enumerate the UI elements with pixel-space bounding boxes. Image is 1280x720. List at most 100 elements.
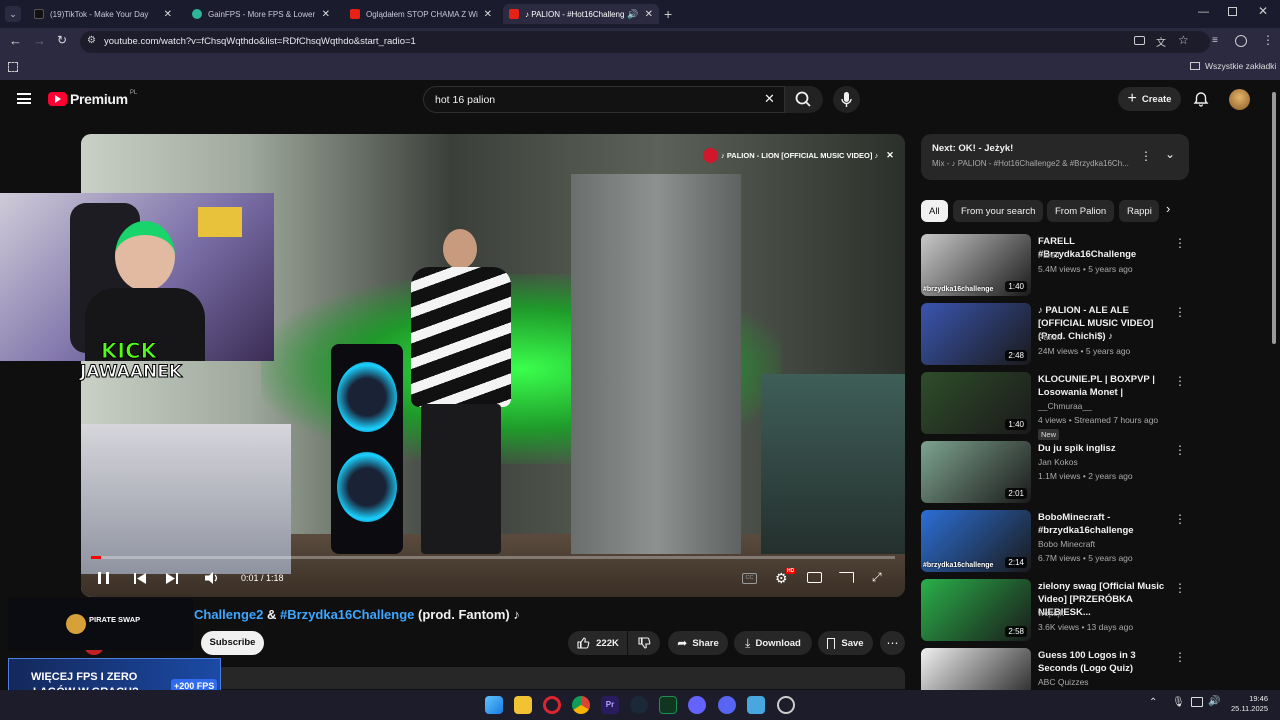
recommendation-title[interactable]: KLOCUNIE.PL | BOXPVP | Losowania Monet | — [1038, 373, 1173, 399]
tab-gainfps[interactable]: GainFPS - More FPS & Lower In ✕ — [186, 4, 336, 24]
chrome-icon[interactable] — [572, 696, 590, 714]
close-window-button[interactable]: ✕ — [1258, 4, 1268, 18]
up-next-panel[interactable]: Next: OK! - Jeżyk! Mix - ♪ PALION - #Hot… — [921, 134, 1189, 180]
video-thumbnail[interactable]: #brzydka16challenge 1:40 — [921, 234, 1031, 296]
install-icon[interactable] — [1134, 36, 1145, 45]
recommendation-item[interactable]: 1:40 KLOCUNIE.PL | BOXPVP | Losowania Mon… — [921, 372, 1189, 440]
apps-grid-icon[interactable] — [8, 62, 18, 72]
more-options-icon[interactable]: ⋮ — [1174, 305, 1186, 319]
network-icon[interactable] — [1191, 697, 1203, 707]
tab-palion[interactable]: ♪ PALION - #Hot16Challeng 🔊 ✕ — [503, 4, 659, 24]
recommendation-channel[interactable]: Palion — [1038, 332, 1062, 343]
cast-icon[interactable] — [839, 572, 854, 583]
more-icon[interactable]: ⋮ — [1140, 149, 1152, 163]
recommendation-channel[interactable]: ABC Quizzes — [1038, 677, 1089, 688]
file-explorer-icon[interactable] — [514, 696, 532, 714]
profile-icon[interactable] — [1235, 35, 1247, 47]
recommendation-item[interactable]: 2:58 zielony swag [Official Music Video] … — [921, 579, 1189, 643]
close-icon[interactable]: ✕ — [886, 150, 894, 161]
video-thumbnail[interactable]: 2:01 — [921, 441, 1031, 503]
dislike-button[interactable] — [628, 631, 660, 655]
bookmark-star-icon[interactable]: ☆ — [1178, 33, 1189, 47]
recommendation-title[interactable]: Guess 100 Logos in 3 Seconds (Logo Quiz) — [1038, 649, 1173, 675]
chip-from-palion[interactable]: From Palion — [1047, 200, 1115, 222]
share-button[interactable]: ➦ Share — [668, 631, 728, 655]
chip-from-search[interactable]: From your search — [953, 200, 1044, 222]
save-button[interactable]: Save — [818, 631, 873, 655]
more-options-icon[interactable]: ⋮ — [1174, 650, 1186, 664]
pause-icon[interactable] — [98, 572, 109, 584]
hashtag-challenge2[interactable]: Challenge2 — [194, 607, 263, 622]
recommendation-item[interactable]: #brzydka16challenge 2:14 BoboMinecraft - #… — [921, 510, 1189, 574]
volume-icon[interactable] — [204, 571, 220, 585]
recommendation-item[interactable]: 2:01 Du ju spik inglisz Jan Kokos 1.1M view… — [921, 441, 1189, 505]
create-button[interactable]: + Create — [1118, 87, 1181, 111]
video-thumbnail[interactable]: 2:58 — [921, 579, 1031, 641]
forward-icon[interactable]: → — [33, 33, 46, 48]
new-tab-button[interactable]: + — [664, 6, 672, 22]
more-options-icon[interactable]: ⋮ — [1174, 236, 1186, 250]
chip-all[interactable]: All — [921, 200, 948, 222]
subtitles-icon[interactable]: CC — [742, 573, 757, 584]
endcard-suggestion[interactable]: ♪ PALION - LION [OFFICIAL MUSIC VIDEO] ♪… — [703, 145, 894, 165]
subscribe-button[interactable]: Subscribe — [201, 631, 264, 655]
opera-icon[interactable] — [543, 696, 561, 714]
app-icon[interactable] — [688, 696, 706, 714]
restore-button[interactable] — [1228, 7, 1237, 16]
more-options-icon[interactable]: ⋮ — [1174, 512, 1186, 526]
recommendation-channel[interactable]: Bobo Minecraft — [1038, 539, 1095, 550]
hashtag-brzydka16challenge[interactable]: #Brzydka16Challenge — [280, 607, 414, 622]
like-button[interactable]: 222K — [568, 631, 627, 655]
miniplayer-icon[interactable] — [807, 572, 822, 583]
recommendation-item[interactable]: #brzydka16challenge 1:40 FARELL #Brzydka16… — [921, 234, 1189, 298]
video-thumbnail[interactable]: 2:48 — [921, 303, 1031, 365]
menu-icon[interactable] — [17, 93, 31, 104]
premiere-icon[interactable]: Pr — [601, 696, 619, 714]
translate-icon[interactable]: 文 — [1156, 34, 1166, 49]
minimize-button[interactable]: — — [1198, 6, 1209, 18]
clock[interactable]: 19:46 25.11.2025 — [1224, 694, 1268, 714]
download-button[interactable]: ⤓ Download — [734, 631, 812, 655]
more-actions-button[interactable]: ⋯ — [880, 631, 905, 655]
discord-icon[interactable] — [718, 696, 736, 714]
progress-bar[interactable] — [91, 556, 895, 559]
chevron-right-icon[interactable]: › — [1166, 201, 1170, 216]
next-icon[interactable] — [166, 573, 178, 584]
tab-list-dropdown[interactable]: ⌄ — [5, 6, 21, 22]
page-scrollbar[interactable] — [1272, 92, 1276, 344]
clear-search-icon[interactable]: ✕ — [764, 91, 775, 107]
notepad-icon[interactable] — [747, 696, 765, 714]
steam-icon[interactable] — [630, 696, 648, 714]
chip-rapping[interactable]: Rappi — [1119, 200, 1159, 222]
recommendation-channel[interactable]: wojtejk — [1038, 608, 1064, 619]
youtube-logo[interactable]: Premium PL — [48, 90, 137, 107]
fullscreen-icon[interactable]: ⤢ — [872, 570, 882, 585]
speaker-tray-icon[interactable]: 🔊 — [1208, 696, 1220, 707]
address-bar[interactable]: ⚙ youtube.com/watch?v=fChsqWqthdo&list=R… — [80, 31, 1210, 53]
site-info-icon[interactable]: ⚙ — [87, 35, 96, 46]
close-icon[interactable]: ✕ — [164, 9, 172, 20]
media-control-icon[interactable]: ≡ — [1212, 35, 1218, 46]
recommendation-title[interactable]: Du ju spik inglisz — [1038, 442, 1173, 455]
all-bookmarks-folder[interactable]: Wszystkie zakładki — [1190, 61, 1276, 71]
close-icon[interactable]: ✕ — [645, 9, 653, 20]
recommendation-channel[interactable]: Farell — [1038, 250, 1059, 261]
tab-stop-chama[interactable]: Oglądałem STOP CHAMA Z Wi ✕ — [344, 4, 498, 24]
search-input[interactable]: hot 16 palion ✕ — [423, 86, 785, 113]
previous-icon[interactable] — [134, 573, 146, 584]
excel-icon[interactable] — [659, 696, 677, 714]
more-options-icon[interactable]: ⋮ — [1174, 443, 1186, 457]
more-options-icon[interactable]: ⋮ — [1174, 581, 1186, 595]
search-button[interactable] — [785, 86, 823, 113]
chevron-down-icon[interactable]: ⌄ — [1165, 147, 1175, 161]
more-options-icon[interactable]: ⋮ — [1174, 374, 1186, 388]
recommendation-channel[interactable]: __Chmuraa__ — [1038, 401, 1092, 412]
reload-icon[interactable]: ↻ — [57, 33, 67, 47]
notifications-bell-icon[interactable] — [1193, 91, 1209, 107]
voice-search-button[interactable] — [833, 86, 860, 113]
recommendation-channel[interactable]: Jan Kokos — [1038, 457, 1078, 468]
tab-tiktok[interactable]: (19)TikTok - Make Your Day ✕ — [28, 4, 178, 24]
close-icon[interactable]: ✕ — [322, 9, 330, 20]
avatar[interactable] — [1229, 89, 1250, 110]
windows-start-icon[interactable] — [485, 696, 503, 714]
